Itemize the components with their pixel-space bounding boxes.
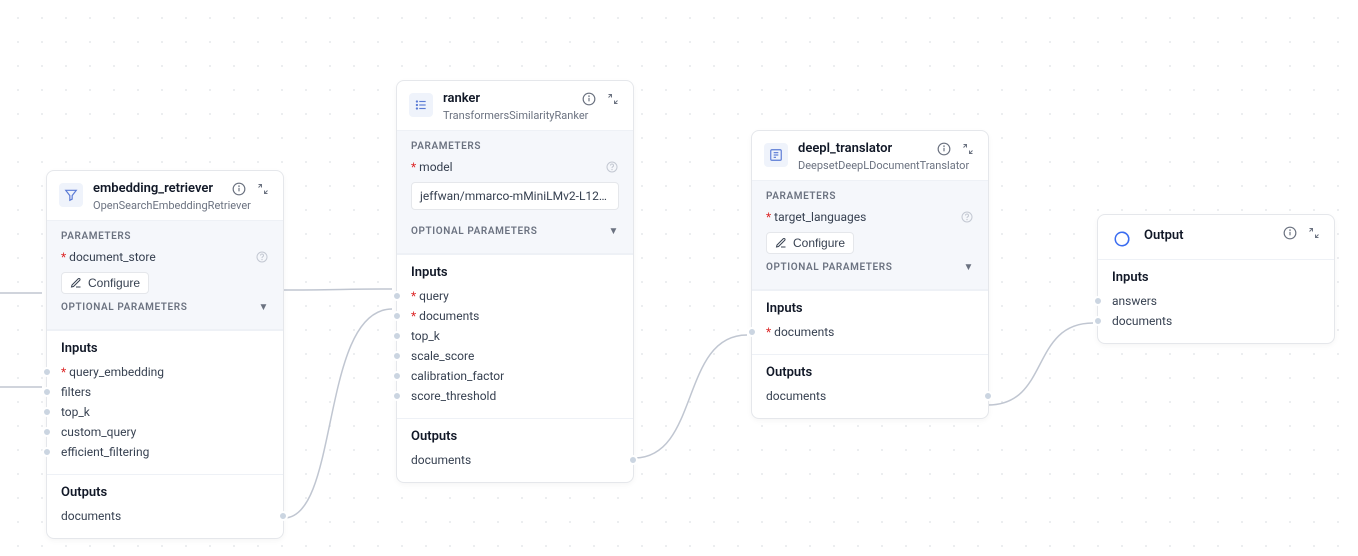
input-port[interactable]: efficient_filtering bbox=[61, 442, 269, 462]
param-document-store: *document_store bbox=[61, 250, 156, 264]
node-title: Output bbox=[1144, 228, 1272, 245]
node-header: deepl_translator DeepsetDeepLDocumentTra… bbox=[752, 131, 988, 180]
parameters-label: PARAMETERS bbox=[752, 181, 988, 208]
input-port[interactable]: custom_query bbox=[61, 422, 269, 442]
chevron-down-icon: ▼ bbox=[259, 302, 270, 313]
list-ordered-icon bbox=[409, 93, 433, 117]
outputs-section: Outputs documents bbox=[47, 474, 283, 538]
node-ranker[interactable]: ranker TransformersSimilarityRanker PARA… bbox=[396, 80, 634, 483]
configure-button[interactable]: Configure bbox=[766, 232, 854, 254]
param-target-languages: *target_languages bbox=[766, 210, 866, 224]
collapse-icon[interactable] bbox=[960, 141, 976, 157]
output-port[interactable]: documents bbox=[61, 506, 269, 526]
optional-parameters-toggle[interactable]: OPTIONAL PARAMETERS ▼ bbox=[47, 294, 283, 321]
parameters-label: PARAMETERS bbox=[397, 131, 633, 158]
node-deepl-translator[interactable]: deepl_translator DeepsetDeepLDocumentTra… bbox=[751, 130, 989, 419]
node-header: embedding_retriever OpenSearchEmbeddingR… bbox=[47, 171, 283, 220]
output-port[interactable]: documents bbox=[411, 450, 619, 470]
collapse-icon[interactable] bbox=[1306, 225, 1322, 241]
inputs-section: Inputs *query_embedding filters top_k cu… bbox=[47, 330, 283, 474]
node-subtitle: DeepsetDeepLDocumentTranslator bbox=[798, 159, 926, 172]
info-icon[interactable] bbox=[1282, 225, 1298, 241]
inputs-section: Inputs *query *documents top_k scale_sco… bbox=[397, 254, 633, 418]
inputs-section: Inputs *documents bbox=[752, 290, 988, 354]
translate-icon bbox=[764, 143, 788, 167]
input-port[interactable]: top_k bbox=[61, 402, 269, 422]
input-port[interactable]: *documents bbox=[411, 306, 619, 326]
node-title: embedding_retriever bbox=[93, 181, 221, 198]
param-model: *model bbox=[411, 160, 453, 174]
input-port[interactable]: top_k bbox=[411, 326, 619, 346]
collapse-icon[interactable] bbox=[255, 181, 271, 197]
input-port[interactable]: *query bbox=[411, 286, 619, 306]
node-title: ranker bbox=[443, 91, 571, 108]
input-port[interactable]: answers bbox=[1112, 291, 1320, 311]
node-subtitle: TransformersSimilarityRanker bbox=[443, 109, 571, 122]
optional-parameters-toggle[interactable]: OPTIONAL PARAMETERS ▼ bbox=[397, 218, 633, 245]
outputs-section: Outputs documents bbox=[752, 354, 988, 418]
node-title: deepl_translator bbox=[798, 141, 926, 158]
chevron-down-icon: ▼ bbox=[609, 226, 620, 237]
output-port[interactable]: documents bbox=[766, 386, 974, 406]
chevron-down-icon: ▼ bbox=[964, 262, 975, 273]
model-input[interactable]: jeffwan/mmarco-mMiniLMv2-L12-H384-v1 bbox=[411, 182, 619, 210]
info-icon[interactable] bbox=[231, 181, 247, 197]
help-icon[interactable] bbox=[605, 160, 619, 174]
inputs-section: Inputs answers documents bbox=[1098, 259, 1334, 343]
node-header: Output bbox=[1098, 215, 1334, 259]
parameters-block: PARAMETERS *document_store Configure OPT… bbox=[47, 220, 283, 330]
funnel-icon bbox=[59, 183, 83, 207]
output-icon bbox=[1110, 227, 1134, 251]
collapse-icon[interactable] bbox=[605, 91, 621, 107]
node-subtitle: OpenSearchEmbeddingRetriever bbox=[93, 199, 221, 212]
input-port[interactable]: *documents bbox=[766, 322, 974, 342]
node-embedding-retriever[interactable]: embedding_retriever OpenSearchEmbeddingR… bbox=[46, 170, 284, 539]
outputs-section: Outputs documents bbox=[397, 418, 633, 482]
node-header: ranker TransformersSimilarityRanker bbox=[397, 81, 633, 130]
input-port[interactable]: *query_embedding bbox=[61, 362, 269, 382]
info-icon[interactable] bbox=[581, 91, 597, 107]
input-port[interactable]: calibration_factor bbox=[411, 366, 619, 386]
parameters-block: PARAMETERS *model jeffwan/mmarco-mMiniLM… bbox=[397, 130, 633, 254]
parameters-label: PARAMETERS bbox=[47, 221, 283, 248]
input-port[interactable]: scale_score bbox=[411, 346, 619, 366]
input-port[interactable]: documents bbox=[1112, 311, 1320, 331]
optional-parameters-toggle[interactable]: OPTIONAL PARAMETERS ▼ bbox=[752, 254, 988, 281]
help-icon[interactable] bbox=[255, 250, 269, 264]
input-port[interactable]: score_threshold bbox=[411, 386, 619, 406]
node-output[interactable]: Output Inputs answers documents bbox=[1097, 214, 1335, 344]
parameters-block: PARAMETERS *target_languages Configure O… bbox=[752, 180, 988, 290]
input-port[interactable]: filters bbox=[61, 382, 269, 402]
help-icon[interactable] bbox=[960, 210, 974, 224]
configure-button[interactable]: Configure bbox=[61, 272, 149, 294]
info-icon[interactable] bbox=[936, 141, 952, 157]
